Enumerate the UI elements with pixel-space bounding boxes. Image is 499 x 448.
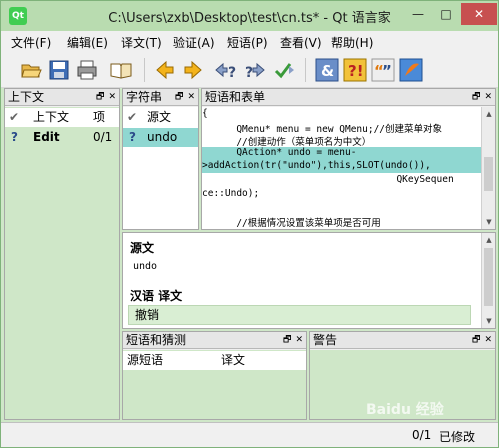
context-name: Edit [33, 130, 60, 144]
context-list: ✔ 上下文 项 ? Edit 0/1 [5, 107, 119, 419]
menu-bar: 文件(F) 编辑(E) 译文(T) 验证(A) 短语(P) 查看(V) 帮助(H… [1, 31, 498, 51]
ending-punctuation-icon[interactable]: ?! [343, 58, 367, 82]
svg-text:?: ? [245, 65, 253, 81]
strings-dock: 字符串 🗗 ✕ ✔ 源文 ? undo [122, 88, 199, 230]
prev-unfinished-icon[interactable]: ? [213, 58, 237, 82]
status-bar: 0/1 已修改 [1, 422, 498, 447]
close-button[interactable]: ✕ [461, 3, 497, 25]
float-icon[interactable]: 🗗 [472, 335, 480, 345]
source-column-header[interactable]: 源文 [147, 108, 171, 127]
question-icon: ? [129, 130, 136, 144]
menu-translation[interactable]: 译文(T) [121, 34, 162, 51]
context-header-row: ✔ 上下文 项 [5, 108, 119, 127]
float-icon[interactable]: 🗗 [175, 92, 183, 102]
close-icon[interactable]: ✕ [295, 335, 303, 345]
float-icon[interactable]: 🗗 [96, 92, 104, 102]
place-marker-icon[interactable] [399, 58, 423, 82]
source-text: undo [133, 261, 158, 272]
context-column-header[interactable]: 上下文 [33, 108, 69, 127]
sources-dock-title: 短语和表单 🗗 ✕ [202, 89, 495, 106]
menu-edit[interactable]: 编辑(E) [67, 34, 108, 51]
print-icon[interactable] [75, 58, 99, 82]
watermark: Baidu 经验 [366, 402, 444, 418]
strings-list: ✔ 源文 ? undo [123, 107, 198, 229]
save-icon[interactable] [47, 58, 71, 82]
next-unfinished-icon[interactable]: ? [243, 58, 267, 82]
svg-text:?: ? [228, 65, 236, 81]
check-icon: ✔ [127, 110, 138, 124]
question-icon: ? [11, 130, 18, 144]
sources-forms-dock: 短语和表单 🗗 ✕ { QMenu* menu = new QMenu;//创建菜… [201, 88, 496, 230]
minimize-button[interactable]: — [405, 3, 431, 25]
vertical-scrollbar[interactable]: ▲ ▼ [481, 233, 495, 328]
translation-label: 汉语 译文 [130, 289, 183, 303]
status-count: 0/1 [412, 428, 432, 442]
context-items: 0/1 [93, 130, 113, 144]
strings-header-row: ✔ 源文 [123, 108, 198, 127]
svg-text:”: ” [382, 62, 392, 80]
table-row[interactable]: ? undo [123, 128, 198, 147]
table-row[interactable]: ? Edit 0/1 [5, 128, 119, 147]
code-line: //创建动作（菜单项名为中文） [202, 137, 372, 148]
menu-phrases[interactable]: 短语(P) [227, 34, 268, 51]
toolbar-separator [305, 58, 306, 82]
code-line: QKeySequen [202, 174, 454, 185]
svg-text:?!: ?! [348, 62, 364, 80]
maximize-button[interactable]: □ [433, 3, 459, 25]
toolbar-separator [144, 58, 145, 82]
main-window: Qt C:\Users\zxb\Desktop\test\cn.ts* - Qt… [0, 0, 499, 448]
menu-help[interactable]: 帮助(H) [331, 34, 373, 51]
translation-editor: 源文 undo 汉语 译文 撤销 ▲ ▼ [122, 232, 496, 329]
accelerator-icon[interactable]: & [315, 58, 339, 82]
phrases-guesses-dock: 短语和猜测 🗗 ✕ 源短语 译文 [122, 331, 307, 420]
code-line-highlighted: >addAction(tr("undo"),this,SLOT(undo()), [202, 160, 481, 173]
code-line-highlighted: QAction* undo = menu- [202, 147, 481, 160]
float-icon[interactable]: 🗗 [283, 335, 291, 345]
status-modified: 已修改 [439, 430, 476, 444]
toolbar: ? ? & ?! “” [1, 51, 498, 88]
items-column-header[interactable]: 项 [93, 108, 105, 127]
source-text-label: 源文 [130, 241, 155, 255]
vertical-scrollbar[interactable]: ▲ ▼ [481, 107, 495, 229]
open-icon[interactable] [19, 58, 43, 82]
next-icon[interactable] [181, 58, 205, 82]
svg-text:&: & [321, 62, 334, 80]
translation-input[interactable]: 撤销 [128, 305, 471, 325]
prev-icon[interactable] [153, 58, 177, 82]
close-icon[interactable]: ✕ [187, 92, 195, 102]
strings-dock-title: 字符串 🗗 ✕ [123, 89, 198, 106]
menu-validation[interactable]: 验证(A) [173, 34, 215, 51]
code-line: { [202, 108, 208, 119]
translation-column-header[interactable]: 译文 [221, 351, 245, 370]
code-line: ce::Undo); [202, 188, 260, 199]
phrases-header-row: 源短语 译文 [123, 351, 306, 370]
menu-file[interactable]: 文件(F) [11, 34, 51, 51]
title-bar: Qt C:\Users\zxb\Desktop\test\cn.ts* - Qt… [1, 1, 498, 31]
scroll-up-icon[interactable]: ▲ [482, 233, 496, 247]
source-phrase-column-header[interactable]: 源短语 [127, 351, 163, 370]
close-icon[interactable]: ✕ [108, 92, 116, 102]
scroll-down-icon[interactable]: ▼ [482, 215, 495, 229]
string-source: undo [147, 130, 178, 144]
phrases-dock-title: 短语和猜测 🗗 ✕ [123, 332, 306, 349]
done-and-next-icon[interactable] [273, 58, 297, 82]
code-line: QMenu* menu = new QMenu;//创建菜单对象 [202, 124, 443, 135]
float-icon[interactable]: 🗗 [472, 92, 480, 102]
close-icon[interactable]: ✕ [484, 335, 492, 345]
phrase-book-icon[interactable] [109, 58, 133, 82]
warnings-dock-title: 警告 🗗 ✕ [310, 332, 495, 349]
menu-view[interactable]: 查看(V) [280, 34, 322, 51]
check-icon: ✔ [9, 110, 20, 124]
context-dock: 上下文 🗗 ✕ ✔ 上下文 项 ? Edit 0/1 [4, 88, 120, 420]
phrase-match-icon[interactable]: “” [371, 58, 395, 82]
scroll-up-icon[interactable]: ▲ [482, 107, 495, 121]
context-dock-title: 上下文 🗗 ✕ [5, 89, 119, 106]
scrollbar-thumb[interactable] [484, 157, 493, 191]
code-line: //根据情况设置该菜单项是否可用 [202, 218, 381, 229]
close-icon[interactable]: ✕ [484, 92, 492, 102]
phrases-list: 源短语 译文 [123, 350, 306, 419]
scroll-down-icon[interactable]: ▼ [482, 314, 496, 328]
scrollbar-thumb[interactable] [484, 248, 493, 306]
source-code-view[interactable]: { QMenu* menu = new QMenu;//创建菜单对象 //创建动… [202, 107, 495, 229]
